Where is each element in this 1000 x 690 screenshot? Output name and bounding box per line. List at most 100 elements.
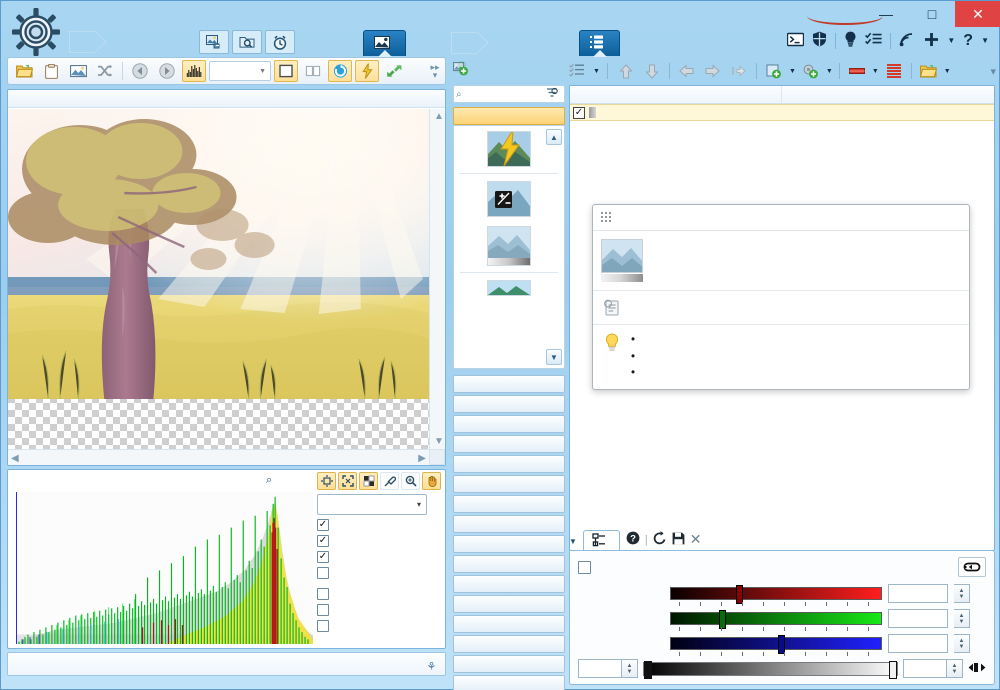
indent-icon[interactable] (728, 60, 750, 82)
histogram-icon[interactable] (182, 60, 206, 82)
channel-blue-checkbox[interactable]: ✓ (317, 551, 329, 563)
channel-red[interactable]: ✓ (317, 519, 439, 531)
green-gamma-slider[interactable] (670, 610, 882, 631)
shield-icon[interactable] (812, 31, 827, 50)
clear-list-icon[interactable] (883, 60, 905, 82)
eyedropper-icon[interactable] (380, 472, 399, 490)
action-items-list[interactable]: ▲ ▼ (453, 125, 565, 369)
options-collapse-icon[interactable]: ▼ (569, 537, 577, 551)
category-colors[interactable] (453, 395, 565, 413)
checklist-icon[interactable] (865, 32, 882, 49)
hand-icon[interactable] (422, 472, 441, 490)
range-min-stepper[interactable]: ▲ ▼ (622, 659, 638, 678)
remove-icon[interactable] (846, 60, 868, 82)
range-reset-icon[interactable] (968, 662, 986, 676)
move-right-icon[interactable] (702, 60, 724, 82)
add-action-icon[interactable] (763, 60, 785, 82)
category-all-actions[interactable] (453, 107, 565, 125)
list-item[interactable] (454, 126, 564, 171)
invert-row[interactable] (578, 557, 986, 577)
lightbulb-icon[interactable] (844, 31, 857, 50)
category-sharpen-blur[interactable] (453, 535, 565, 553)
zoom-select[interactable]: ▼ (209, 61, 271, 81)
category-watermark-overlay[interactable] (453, 455, 565, 473)
help-icon[interactable]: ? (626, 531, 640, 548)
zoom-icon[interactable] (401, 472, 420, 490)
filter-icon[interactable] (546, 87, 558, 102)
option-visible-region-only[interactable] (317, 620, 439, 632)
help-icon[interactable]: ? (963, 32, 973, 48)
compare-icon[interactable] (382, 60, 406, 82)
red-gamma-value[interactable] (888, 584, 948, 603)
clipboard-icon[interactable] (39, 60, 63, 82)
blue-gamma-value[interactable] (888, 634, 948, 653)
invert-checkbox[interactable] (578, 560, 591, 574)
table-row[interactable]: ✓ (570, 104, 994, 121)
range-min-knob[interactable] (644, 660, 652, 679)
plus-dropdown-icon[interactable]: ▼ (947, 36, 955, 45)
category-noise[interactable] (453, 615, 565, 633)
red-gamma-slider[interactable] (670, 585, 882, 606)
close-icon[interactable]: ✕ (690, 531, 702, 548)
console-icon[interactable] (787, 32, 805, 50)
preview-vertical-scrollbar[interactable]: ▲ ▼ (429, 109, 445, 449)
category-channels[interactable] (453, 495, 565, 513)
add-action-dropdown-icon[interactable]: ▼ (789, 68, 796, 75)
snapshots-bar[interactable]: ⚘ (7, 652, 446, 676)
tab-action-sequence[interactable] (579, 30, 620, 57)
forward-arrow-icon[interactable] (155, 60, 179, 82)
category-miscellaneous[interactable] (453, 655, 565, 673)
log-scale-checkbox[interactable] (317, 588, 329, 600)
channel-green[interactable]: ✓ (317, 535, 439, 547)
range-max-stepper[interactable]: ▲ ▼ (947, 659, 963, 678)
category-alpha-opacity[interactable] (453, 475, 565, 493)
quick-icon[interactable] (355, 60, 379, 82)
list-item[interactable] (454, 176, 564, 221)
preview-horizontal-scrollbar[interactable]: ◀ ▶ (8, 449, 429, 465)
refresh-icon[interactable] (328, 60, 352, 82)
chevron-up-icon[interactable]: ⚘ (427, 656, 437, 679)
channel-select[interactable]: ▾ (317, 494, 427, 515)
option-highlight-pixels[interactable] (317, 604, 439, 616)
category-effects[interactable] (453, 555, 565, 573)
move-up-icon[interactable] (615, 60, 637, 82)
open-sequence-dropdown-icon[interactable]: ▼ (944, 68, 951, 75)
blue-gamma-slider[interactable] (670, 635, 882, 656)
visible-region-checkbox[interactable] (317, 620, 329, 632)
move-left-icon[interactable] (676, 60, 698, 82)
folder-search-icon[interactable] (232, 30, 262, 54)
open-folder-icon[interactable] (12, 60, 36, 82)
back-arrow-icon[interactable] (128, 60, 152, 82)
list-item[interactable] (454, 275, 564, 296)
pick-task-dropdown-icon[interactable]: ▼ (593, 68, 600, 75)
toolbar-overflow-button[interactable]: ▸▸ ▾ (429, 63, 441, 80)
find-action-row[interactable]: ⌕ (453, 85, 565, 103)
add-condition-icon[interactable] (800, 60, 822, 82)
plus-icon[interactable] (924, 32, 939, 50)
row-handle-icon[interactable] (589, 107, 596, 118)
reset-icon[interactable] (653, 531, 667, 548)
app-gear-icon[interactable] (11, 7, 61, 57)
sequence-toolbar-overflow-button[interactable]: ▾ (990, 65, 995, 78)
batch-image-icon[interactable] (199, 30, 229, 54)
sequence-list[interactable]: ✓ (569, 85, 995, 551)
tab-preview[interactable] (363, 30, 406, 57)
category-artistic[interactable] (453, 575, 565, 593)
range-slider[interactable] (643, 660, 898, 679)
highlight-pixels-checkbox[interactable] (317, 604, 329, 616)
list-scroll-down-button[interactable]: ▼ (546, 349, 562, 365)
channel-alpha[interactable] (317, 567, 439, 579)
category-rotate-flip[interactable] (453, 435, 565, 453)
channel-alpha-checkbox[interactable] (317, 567, 329, 579)
drag-grip-icon[interactable] (601, 211, 611, 225)
add-actions-icon[interactable] (453, 60, 469, 79)
category-edge-detection[interactable] (453, 635, 565, 653)
feed-icon[interactable] (899, 32, 916, 50)
step-specify-actions[interactable] (451, 32, 476, 54)
green-gamma-stepper[interactable]: ▲ ▼ (954, 609, 970, 628)
maximize-button[interactable]: □ (909, 1, 955, 27)
center-icon[interactable] (317, 472, 336, 490)
tab-gamma-correction-options[interactable] (582, 530, 620, 551)
two-page-icon[interactable] (301, 60, 325, 82)
blue-gamma-stepper[interactable]: ▲ ▼ (954, 634, 970, 653)
